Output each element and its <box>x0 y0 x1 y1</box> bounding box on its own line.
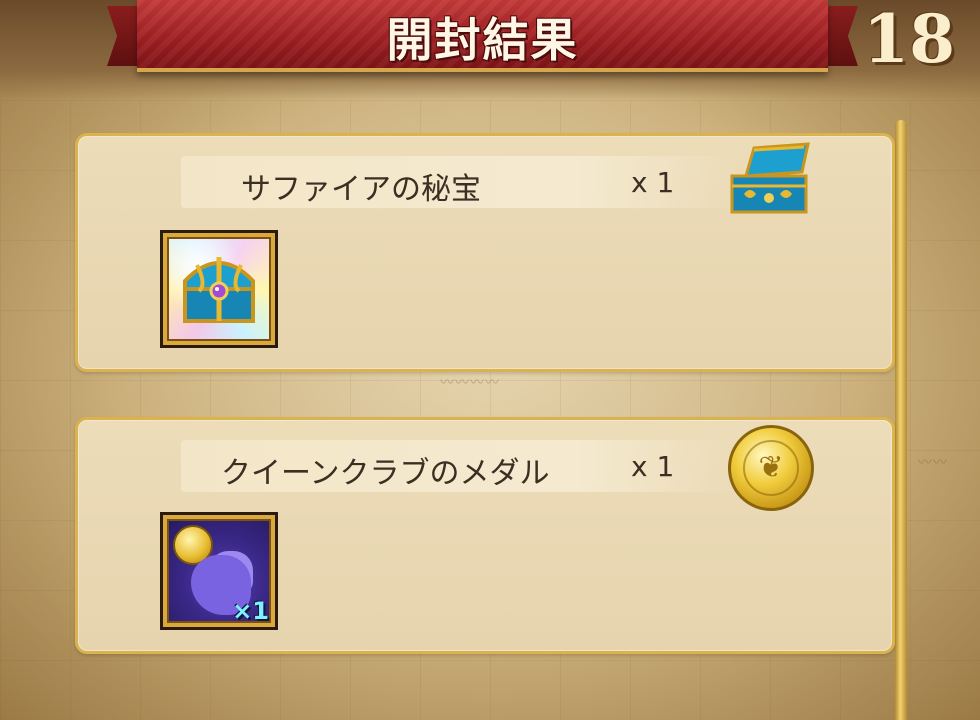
item-name: クイーンクラブのメダル <box>221 456 550 491</box>
open-chest-icon <box>730 142 810 214</box>
item-name-bar: サファイアの秘宝 x 1 <box>181 156 741 208</box>
map-decoration: 〰〰 <box>918 455 948 471</box>
thumbnail-quantity-badge: ×1 <box>232 597 269 625</box>
scrollbar[interactable] <box>895 120 907 720</box>
medal-emblem: ❦ <box>758 449 784 485</box>
item-thumbnail[interactable] <box>160 230 278 348</box>
medal-icon: ❦ <box>728 425 814 511</box>
result-item-panel[interactable]: サファイアの秘宝 x 1 <box>75 133 895 372</box>
result-item-panel[interactable]: クイーンクラブのメダル x 1 ×1 ❦ <box>75 417 895 654</box>
treasure-chest-icon <box>183 257 255 323</box>
page-title: 開封結果 <box>386 13 579 67</box>
item-quantity: x 1 <box>631 166 675 199</box>
item-thumbnail[interactable]: ×1 <box>160 512 278 630</box>
remaining-counter: 18 <box>863 0 955 78</box>
item-quantity: x 1 <box>631 450 675 483</box>
header-ribbon: 開封結果 <box>107 0 858 72</box>
item-name-bar: クイーンクラブのメダル x 1 <box>181 440 741 492</box>
item-name: サファイアの秘宝 <box>241 172 481 207</box>
map-decoration: 〰〰〰〰 <box>440 375 500 391</box>
